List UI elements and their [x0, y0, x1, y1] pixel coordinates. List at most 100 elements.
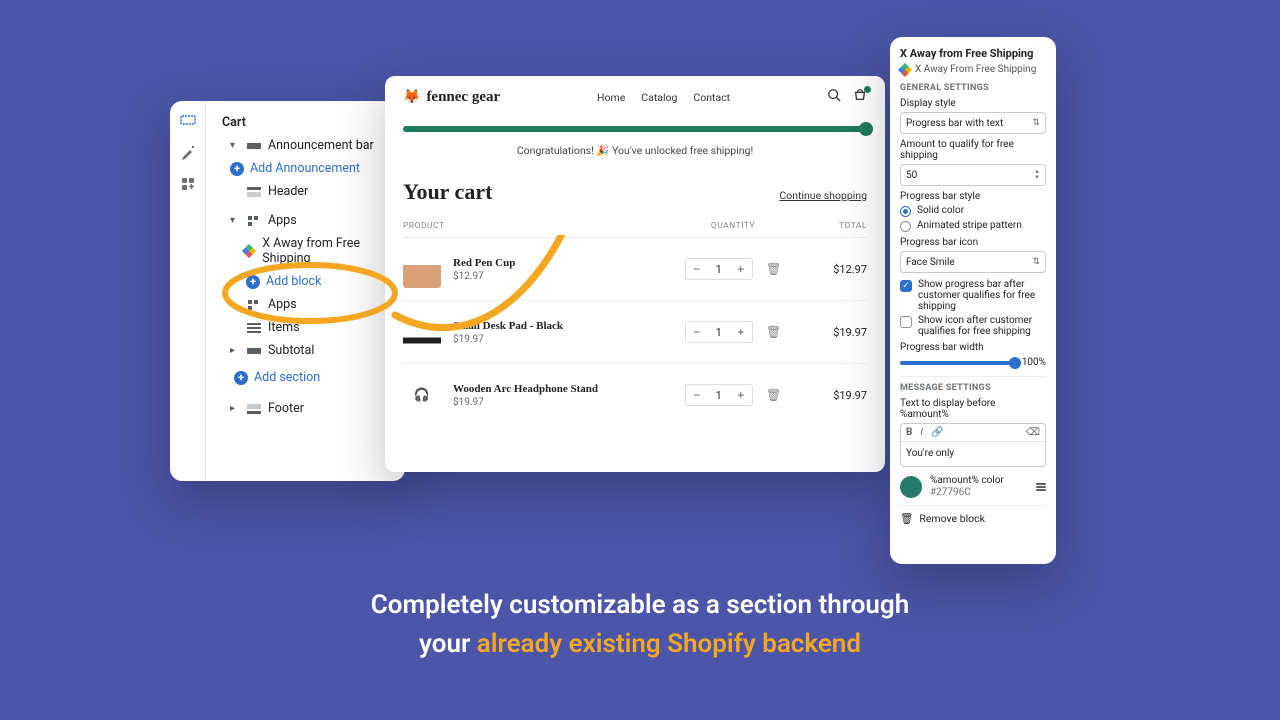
qty-minus-button[interactable]: −	[686, 321, 708, 343]
amount-color-picker[interactable]: %amount% color #27796C	[900, 475, 1046, 499]
qty-plus-button[interactable]: +	[730, 384, 752, 406]
caret-right-icon: ▸	[230, 345, 240, 356]
add-section-button[interactable]: + Add section	[216, 366, 397, 389]
link-icon[interactable]: 🔗	[931, 427, 943, 438]
product-thumb: 🎧	[403, 376, 441, 414]
app-tag: X Away From Free Shipping	[900, 64, 1046, 75]
apps-icon	[246, 214, 262, 228]
template-heading: Cart	[216, 111, 397, 134]
label-pbar-style: Progress bar style	[900, 191, 1046, 202]
cart-row: 🎧 Wooden Arc Headphone Stand $19.97 − 1 …	[403, 364, 867, 426]
rte-content[interactable]: You're only	[901, 442, 1045, 466]
nav-home[interactable]: Home	[597, 91, 625, 104]
sections-tab-icon[interactable]	[179, 111, 197, 129]
col-total: TOTAL	[793, 221, 867, 231]
section-footer[interactable]: ▸ Footer	[216, 397, 397, 420]
clear-format-icon[interactable]: ⌫	[1026, 427, 1040, 438]
cart-row: Small Desk Pad - Black $19.97 − 1 + 🗑 $1…	[403, 301, 867, 364]
qty-minus-button[interactable]: −	[686, 258, 708, 280]
checkbox-icon	[900, 316, 912, 328]
color-swatch	[900, 476, 922, 498]
section-label: Items	[268, 320, 300, 335]
nav-contact[interactable]: Contact	[693, 91, 730, 104]
caret-right-icon: ▸	[230, 299, 240, 310]
section-label: Header	[268, 184, 308, 199]
row-total: $12.97	[793, 263, 867, 276]
search-icon[interactable]	[827, 88, 841, 106]
section-apps[interactable]: ▾ Apps	[216, 209, 397, 232]
remove-item-icon[interactable]: 🗑	[766, 388, 781, 402]
app-icon	[898, 62, 912, 76]
cart-icon[interactable]	[853, 88, 867, 106]
section-label: Apps	[268, 213, 297, 228]
brand-logo-icon: 🦊	[403, 89, 420, 106]
quantity-stepper[interactable]: − 1 +	[685, 321, 753, 343]
editor-icon-rail	[170, 101, 206, 481]
cart-title: Your cart	[403, 179, 492, 205]
storefront-preview: 🦊 fennec gear Home Catalog Contact Congr…	[385, 76, 885, 472]
section-general: GENERAL SETTINGS	[900, 83, 1046, 93]
check-show-bar[interactable]: ✓ Show progress bar after customer quali…	[900, 279, 1046, 312]
block-settings-panel: X Away from Free Shipping X Away From Fr…	[890, 37, 1056, 564]
theme-settings-tab-icon[interactable]	[179, 143, 197, 161]
store-brand[interactable]: 🦊 fennec gear	[403, 89, 500, 106]
italic-icon[interactable]: I	[920, 427, 923, 438]
section-header[interactable]: ▾ Header	[216, 180, 397, 203]
bold-icon[interactable]: B	[906, 427, 912, 438]
label-display-style: Display style	[900, 98, 1046, 109]
store-nav: Home Catalog Contact	[597, 91, 730, 104]
section-items[interactable]: ▸ Items	[216, 316, 397, 339]
radio-stripe[interactable]: Animated stripe pattern	[900, 220, 1046, 232]
marketing-caption: Completely customizable as a section thr…	[0, 586, 1280, 664]
app-block-icon	[242, 244, 256, 258]
app-embeds-tab-icon[interactable]	[179, 175, 197, 193]
chevron-updown-icon: ⇅	[1032, 257, 1040, 267]
qty-plus-button[interactable]: +	[730, 321, 752, 343]
rich-text-editor[interactable]: B I 🔗 ⌫ You're only	[900, 423, 1046, 467]
remove-item-icon[interactable]: 🗑	[766, 325, 781, 339]
nav-catalog[interactable]: Catalog	[641, 91, 677, 104]
database-icon[interactable]	[1036, 483, 1046, 491]
row-total: $19.97	[793, 326, 867, 339]
remove-item-icon[interactable]: 🗑	[766, 262, 781, 276]
section-announcement-bar[interactable]: ▾ Announcement bar	[216, 134, 397, 157]
display-style-select[interactable]: Progress bar with text ⇅	[900, 112, 1046, 134]
pbar-width-slider[interactable]	[900, 361, 1016, 365]
col-quantity: QUANTITY	[673, 221, 793, 231]
block-x-away[interactable]: X Away from Free Shipping	[216, 232, 397, 270]
section-label: Subtotal	[268, 343, 314, 358]
theme-editor-sidebar: Cart ▾ Announcement bar + Add Announceme…	[170, 101, 405, 481]
label-amount: Amount to qualify for free shipping	[900, 139, 1046, 161]
label-text-before: Text to display before %amount%	[900, 398, 1046, 420]
chevron-updown-icon: ⇅	[1032, 118, 1040, 128]
product-name: Wooden Arc Headphone Stand	[453, 383, 673, 395]
section-subtotal[interactable]: ▸ Subtotal	[216, 339, 397, 362]
number-spinner-icon[interactable]: ▲▼	[1034, 169, 1040, 181]
remove-block-button[interactable]: 🗑 Remove block	[900, 505, 1046, 525]
product-name: Red Pen Cup	[453, 257, 673, 269]
qty-minus-button[interactable]: −	[686, 384, 708, 406]
product-price: $12.97	[453, 271, 673, 282]
caret-down-icon: ▾	[230, 140, 240, 151]
section-message: MESSAGE SETTINGS	[900, 376, 1046, 393]
qty-plus-button[interactable]: +	[730, 258, 752, 280]
section-label: Footer	[268, 401, 304, 416]
amount-input[interactable]: 50 ▲▼	[900, 164, 1046, 186]
trash-icon: 🗑	[900, 512, 913, 525]
pbar-icon-select[interactable]: Face Smile ⇅	[900, 251, 1046, 273]
quantity-stepper[interactable]: − 1 +	[685, 258, 753, 280]
checkbox-icon: ✓	[900, 280, 912, 292]
check-show-icon[interactable]: Show icon after customer qualifies for f…	[900, 315, 1046, 337]
add-announcement-button[interactable]: + Add Announcement	[216, 157, 397, 180]
section-icon	[246, 402, 262, 416]
row-total: $19.97	[793, 389, 867, 402]
radio-solid-color[interactable]: Solid color	[900, 205, 1046, 217]
apps-icon	[246, 298, 262, 312]
caret-right-icon: ▸	[230, 403, 240, 414]
section-apps-2[interactable]: ▸ Apps	[216, 293, 397, 316]
continue-shopping-link[interactable]: Continue shopping	[779, 189, 867, 202]
cart-row: Red Pen Cup $12.97 − 1 + 🗑 $12.97	[403, 238, 867, 301]
add-block-button[interactable]: + Add block	[216, 270, 397, 293]
product-name: Small Desk Pad - Black	[453, 320, 673, 332]
quantity-stepper[interactable]: − 1 +	[685, 384, 753, 406]
